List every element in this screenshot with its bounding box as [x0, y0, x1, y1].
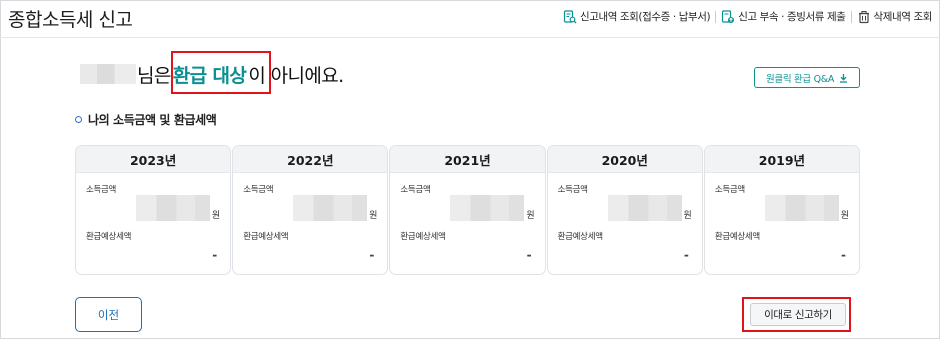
year-card: 2020년 소득금액 원 환급예상세액 - [546, 145, 703, 275]
income-label: 소득금액 [557, 185, 588, 195]
card-year: 2019년 [704, 146, 860, 173]
income-label: 소득금액 [243, 185, 274, 195]
document-search-icon [563, 9, 577, 23]
deleted-history-label: 삭제내역 조회 [873, 11, 933, 23]
faq-button[interactable]: 원클릭 환급 Q&A [754, 67, 860, 88]
income-label: 소득금액 [714, 185, 745, 195]
refund-value: - [526, 248, 532, 262]
refund-label: 환급예상세액 [557, 232, 603, 242]
income-unit: 원 [683, 211, 692, 221]
year-card: 2022년 소득금액 원 환급예상세액 - [232, 145, 389, 275]
income-unit: 원 [840, 211, 850, 221]
refund-value: - [841, 248, 847, 262]
refund-label: 환급예상세액 [400, 232, 446, 242]
refund-label: 환급예상세액 [86, 232, 132, 242]
document-upload-icon [722, 9, 735, 23]
income-label: 소득금액 [86, 185, 117, 195]
page-title: 종합소득세 신고 [8, 9, 133, 31]
masked-user-name [80, 64, 136, 84]
masked-income-amount [293, 195, 368, 221]
refund-value: - [369, 248, 375, 262]
year-card: 2023년 소득금액 원 환급예상세액 - [75, 145, 232, 275]
card-year: 2020년 [547, 146, 702, 173]
card-year: 2021년 [390, 146, 545, 173]
refund-label: 환급예상세액 [243, 232, 289, 242]
card-year: 2022년 [233, 146, 388, 173]
submit-documents-label: 신고 부속 · 증빙서류 제출 [738, 11, 846, 23]
header: 종합소득세 신고 신고내역 조회(접수증 · 납부서) 신고 부속 · 증빙서류… [0, 0, 940, 38]
refund-value: - [212, 248, 218, 262]
refund-label: 환급예상세액 [714, 232, 760, 242]
section-title: 나의 소득금액 및 환급세액 [75, 111, 217, 128]
card-year: 2023년 [76, 146, 231, 173]
year-card: 2021년 소득금액 원 환급예상세액 - [389, 145, 546, 275]
top-links: 신고내역 조회(접수증 · 납부서) 신고 부속 · 증빙서류 제출 삭제내역 … [563, 9, 932, 24]
download-icon [840, 73, 848, 83]
divider [715, 10, 717, 23]
income-unit: 원 [369, 211, 378, 221]
deleted-history-link[interactable]: 삭제내역 조회 [857, 9, 933, 24]
masked-income-amount [764, 195, 839, 221]
headline-text-before: 님은 [137, 64, 171, 87]
annotation-highlight-box [171, 51, 271, 94]
annotation-submit-box [742, 297, 851, 332]
filing-history-link[interactable]: 신고내역 조회(접수증 · 납부서) [563, 9, 711, 24]
trash-icon [858, 10, 869, 23]
year-card: 2019년 소득금액 원 환급예상세액 - [703, 145, 861, 275]
refund-value: - [683, 248, 689, 262]
prev-button[interactable]: 이전 [75, 297, 142, 332]
submit-documents-link[interactable]: 신고 부속 · 증빙서류 제출 [721, 9, 846, 24]
income-label: 소득금액 [400, 185, 431, 195]
bullet-icon [75, 116, 82, 123]
divider [850, 10, 852, 23]
masked-income-amount [450, 195, 525, 221]
income-unit: 원 [211, 211, 221, 221]
filing-history-label: 신고내역 조회(접수증 · 납부서) [579, 11, 711, 23]
masked-income-amount [135, 195, 210, 221]
section-title-text: 나의 소득금액 및 환급세액 [88, 113, 217, 127]
income-unit: 원 [526, 211, 535, 221]
year-cards: 2023년 소득금액 원 환급예상세액 - 2022년 소득금액 원 환급예상세… [75, 145, 861, 275]
masked-income-amount [607, 195, 682, 221]
faq-button-label: 원클릭 환급 Q&A [765, 73, 835, 85]
